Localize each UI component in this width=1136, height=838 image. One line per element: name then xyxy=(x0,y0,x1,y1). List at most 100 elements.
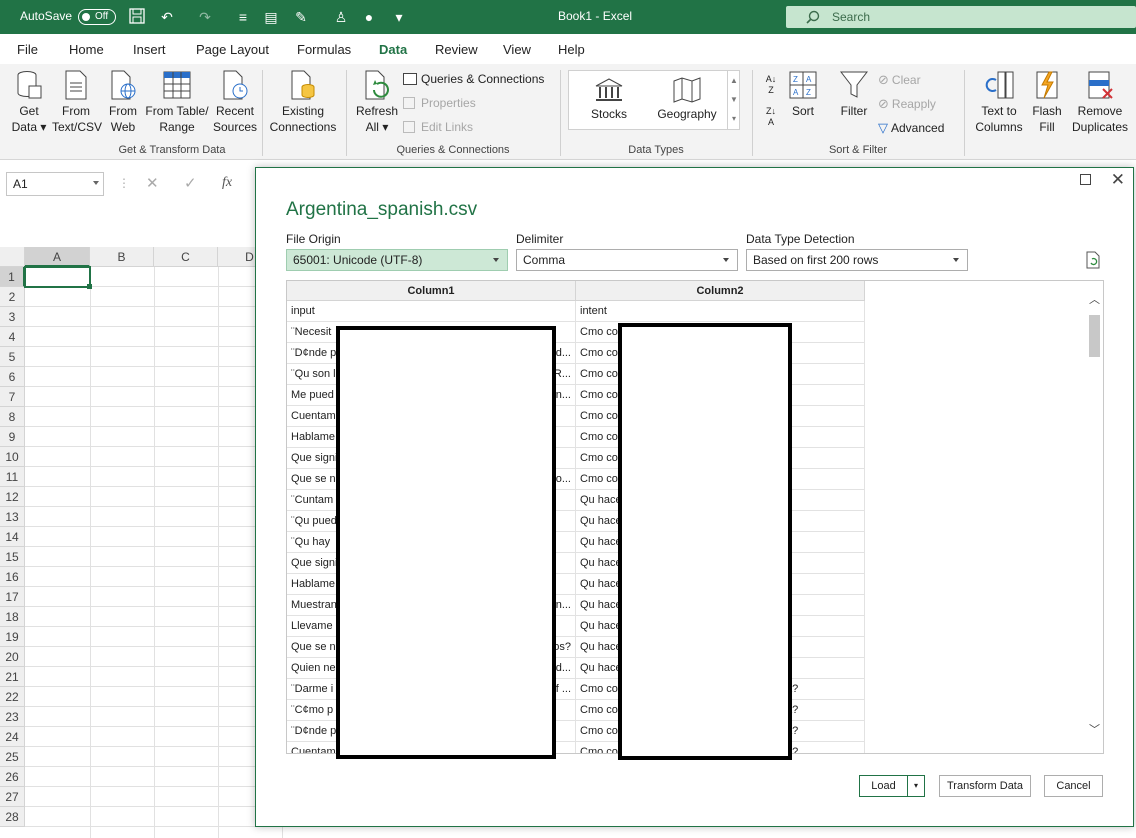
close-icon[interactable]: ✕ xyxy=(1111,170,1125,190)
row-header[interactable]: 4 xyxy=(0,327,25,347)
refresh-preview-icon[interactable] xyxy=(1085,251,1101,269)
menu-formulas[interactable]: Formulas xyxy=(297,42,351,57)
insert-function-button[interactable]: fx xyxy=(222,175,232,191)
row-header[interactable]: 5 xyxy=(0,347,25,367)
maximize-icon[interactable] xyxy=(1080,174,1091,185)
column-header-a[interactable]: A xyxy=(25,247,90,267)
form-icon[interactable]: ▤ xyxy=(262,8,280,26)
select-all-corner[interactable] xyxy=(0,247,25,267)
row-header[interactable]: 7 xyxy=(0,387,25,407)
scroll-up-icon[interactable]: ︿ xyxy=(1089,291,1100,307)
row-header[interactable]: 25 xyxy=(0,747,25,767)
column2-header: Column2 xyxy=(576,281,865,301)
advanced-button[interactable]: ▽ Advanced xyxy=(878,120,944,136)
menu-data[interactable]: Data xyxy=(379,42,408,67)
load-options-dropdown[interactable]: ▾ xyxy=(907,775,925,797)
column-header-b[interactable]: B xyxy=(90,247,154,267)
record-icon[interactable]: ● xyxy=(360,8,378,26)
autosave-toggle[interactable]: Off xyxy=(78,9,116,25)
menu-review[interactable]: Review xyxy=(435,42,478,57)
row-header[interactable]: 12 xyxy=(0,487,25,507)
redo-icon[interactable]: ↷ xyxy=(196,8,214,26)
from-web-button[interactable]: From Web xyxy=(104,70,142,135)
active-cell-a1[interactable] xyxy=(24,266,91,288)
row-header[interactable]: 19 xyxy=(0,627,25,647)
row-header[interactable]: 10 xyxy=(0,447,25,467)
row-header[interactable]: 3 xyxy=(0,307,25,327)
row-header[interactable]: 14 xyxy=(0,527,25,547)
row-header[interactable]: 23 xyxy=(0,707,25,727)
get-data-button[interactable]: Get Data ▾ xyxy=(8,70,50,135)
row-header[interactable]: 1 xyxy=(0,267,25,287)
row-header[interactable]: 2 xyxy=(0,287,25,307)
row-header[interactable]: 8 xyxy=(0,407,25,427)
existing-connections-button[interactable]: Existing Connections xyxy=(266,70,340,135)
edit-links-button[interactable]: Edit Links xyxy=(403,120,473,134)
search-box[interactable]: Search xyxy=(786,6,1136,28)
menu-view[interactable]: View xyxy=(503,42,531,57)
properties-button[interactable]: Properties xyxy=(403,96,476,110)
row-header[interactable]: 9 xyxy=(0,427,25,447)
preview-scrollbar[interactable]: ︿ ﹀ xyxy=(1086,281,1103,753)
geography-button[interactable]: Geography xyxy=(655,77,719,122)
recent-sources-button[interactable]: Recent Sources xyxy=(212,70,258,135)
menu-file[interactable]: File xyxy=(17,42,38,57)
row-header[interactable]: 16 xyxy=(0,567,25,587)
row-header[interactable]: 18 xyxy=(0,607,25,627)
menu-insert[interactable]: Insert xyxy=(133,42,166,57)
row-header[interactable]: 17 xyxy=(0,587,25,607)
stocks-button[interactable]: Stocks xyxy=(583,77,635,122)
cancel-button[interactable]: Cancel xyxy=(1044,775,1103,797)
row-header[interactable]: 22 xyxy=(0,687,25,707)
row-header[interactable]: 28 xyxy=(0,807,25,827)
data-type-detection-dropdown[interactable]: Based on first 200 rows xyxy=(746,249,968,271)
list-icon[interactable]: ≡ xyxy=(234,8,252,26)
row-header[interactable]: 6 xyxy=(0,367,25,387)
sort-za-button[interactable]: Z↓ A xyxy=(760,106,782,128)
row-header[interactable]: 27 xyxy=(0,787,25,807)
accessibility-icon[interactable]: ♙ xyxy=(332,8,350,26)
grid-column-line xyxy=(154,267,155,838)
undo-icon[interactable]: ↶ xyxy=(158,8,176,26)
menu-page-layout[interactable]: Page Layout xyxy=(196,42,269,57)
remove-duplicates-button[interactable]: Remove Duplicates xyxy=(1068,70,1132,135)
filter-button[interactable]: Filter xyxy=(834,70,874,119)
file-origin-dropdown[interactable]: 65001: Unicode (UTF-8) xyxy=(286,249,508,271)
sort-az-button[interactable]: A↓ Z xyxy=(760,74,782,96)
reapply-button[interactable]: ⊘ Reapply xyxy=(878,96,936,112)
scroll-thumb[interactable] xyxy=(1089,315,1100,357)
confirm-entry-icon[interactable]: ✓ xyxy=(184,174,197,192)
fill-handle[interactable] xyxy=(87,284,92,289)
transform-data-button[interactable]: Transform Data xyxy=(939,775,1031,797)
name-box[interactable]: A1 xyxy=(6,172,104,196)
from-text-csv-button[interactable]: From Text/CSV xyxy=(52,70,102,135)
menu-home[interactable]: Home xyxy=(69,42,104,57)
cell-text: ¨Qu hay xyxy=(291,536,331,548)
menu-help[interactable]: Help xyxy=(558,42,585,57)
gallery-scroll[interactable]: ▲ ▼ ▾ xyxy=(727,71,740,129)
column-header-c[interactable]: C xyxy=(154,247,218,267)
row-header[interactable]: 24 xyxy=(0,727,25,747)
row-header[interactable]: 26 xyxy=(0,767,25,787)
row-header[interactable]: 21 xyxy=(0,667,25,687)
delimiter-dropdown[interactable]: Comma xyxy=(516,249,738,271)
row-header[interactable]: 11 xyxy=(0,467,25,487)
text-to-columns-button[interactable]: Text to Columns xyxy=(972,70,1026,135)
from-table-range-button[interactable]: From Table/ Range xyxy=(144,70,210,135)
name-box-dropdown-icon[interactable] xyxy=(93,181,99,185)
sort-button[interactable]: ZAAZ Sort xyxy=(786,70,820,119)
cancel-entry-icon[interactable]: ✕ xyxy=(146,174,159,192)
row-header[interactable]: 13 xyxy=(0,507,25,527)
row-header[interactable]: 15 xyxy=(0,547,25,567)
save-icon[interactable] xyxy=(128,8,146,26)
row-header[interactable]: 20 xyxy=(0,647,25,667)
edit-icon[interactable]: ✎ xyxy=(292,8,310,26)
scroll-down-icon[interactable]: ﹀ xyxy=(1089,721,1100,737)
refresh-all-button[interactable]: Refresh All ▾ xyxy=(352,70,402,135)
clear-button[interactable]: ⊘ Clear xyxy=(878,72,921,88)
queries-connections-button[interactable]: Queries & Connections xyxy=(403,72,544,86)
load-button[interactable]: Load xyxy=(859,775,907,797)
customize-toolbar-icon[interactable]: ▾ xyxy=(390,8,408,26)
cell-grid[interactable] xyxy=(25,267,285,838)
flash-fill-button[interactable]: Flash Fill xyxy=(1028,70,1066,135)
